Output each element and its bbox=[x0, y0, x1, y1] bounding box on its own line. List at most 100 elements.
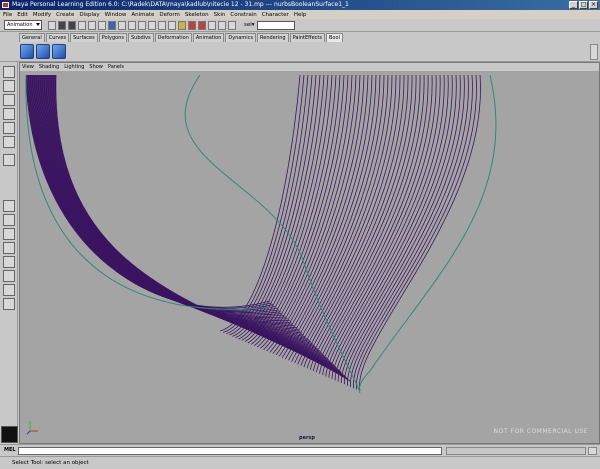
isoparm-curve bbox=[359, 74, 481, 392]
make-live-icon[interactable] bbox=[148, 20, 156, 30]
isoparm-curve bbox=[54, 74, 347, 378]
save-scene-icon[interactable] bbox=[68, 20, 76, 30]
show-channel-box-icon[interactable] bbox=[228, 20, 236, 30]
outliner-layout-icon[interactable] bbox=[3, 298, 15, 310]
input-history-icon[interactable] bbox=[158, 20, 166, 30]
ipr-render-icon[interactable] bbox=[198, 20, 206, 30]
tab-painteffects[interactable]: PaintEffects bbox=[289, 33, 325, 42]
selection-mode-label[interactable]: sel▾ bbox=[244, 22, 255, 28]
menu-modify[interactable]: Modify bbox=[33, 12, 51, 18]
shelf-scroll[interactable] bbox=[590, 44, 598, 60]
render-globals-icon[interactable] bbox=[208, 20, 216, 30]
menu-skin[interactable]: Skin bbox=[214, 12, 226, 18]
shelf-area bbox=[0, 42, 600, 62]
tab-general[interactable]: General bbox=[19, 33, 45, 42]
menu-skeleton[interactable]: Skeleton bbox=[185, 12, 209, 18]
maya-app-icon bbox=[2, 2, 9, 8]
menu-animate[interactable]: Animate bbox=[131, 12, 154, 18]
boolean-intersection-icon[interactable] bbox=[52, 44, 66, 59]
show-attribute-editor-icon[interactable] bbox=[218, 20, 226, 30]
menu-deform[interactable]: Deform bbox=[159, 12, 179, 18]
construction-history-icon[interactable] bbox=[178, 20, 186, 30]
boolean-difference-icon[interactable] bbox=[36, 44, 50, 59]
isoparm-curve bbox=[306, 74, 413, 369]
dope-sheet-layout-icon[interactable] bbox=[3, 270, 15, 282]
custom-layout-icon[interactable] bbox=[3, 284, 15, 296]
minimize-button[interactable]: _ bbox=[569, 1, 578, 9]
tab-curves[interactable]: Curves bbox=[45, 33, 70, 42]
isoparm-curve bbox=[238, 74, 325, 340]
command-result-field bbox=[446, 447, 586, 455]
snap-grid-icon[interactable] bbox=[108, 20, 116, 30]
boolean-union-icon[interactable] bbox=[20, 44, 34, 59]
maya-window: Maya Personal Learning Edition 6.0: C:\R… bbox=[0, 0, 600, 469]
tab-deformation[interactable]: Deformation bbox=[154, 33, 192, 42]
title-bar: Maya Personal Learning Edition 6.0: C:\R… bbox=[0, 0, 600, 10]
menu-character[interactable]: Character bbox=[262, 12, 289, 18]
snap-curve-icon[interactable] bbox=[118, 20, 126, 30]
maya-logo bbox=[1, 426, 18, 443]
viewport-menu-lighting[interactable]: Lighting bbox=[64, 63, 84, 71]
render-frame-icon[interactable] bbox=[188, 20, 196, 30]
isoparm-curve bbox=[235, 74, 321, 339]
tab-bool[interactable]: Bool bbox=[325, 33, 343, 42]
snap-point-icon[interactable] bbox=[128, 20, 136, 30]
scale-tool-icon[interactable] bbox=[3, 122, 15, 134]
last-tool-icon[interactable] bbox=[3, 154, 15, 166]
four-view-layout-icon[interactable] bbox=[3, 214, 15, 226]
hypershade-layout-icon[interactable] bbox=[3, 256, 15, 268]
select-hierarchy-icon[interactable] bbox=[78, 20, 86, 30]
tab-rendering[interactable]: Rendering bbox=[257, 33, 289, 42]
view-axis-icon bbox=[26, 421, 38, 435]
isoparm-curve bbox=[272, 74, 369, 354]
tab-animation[interactable]: Animation bbox=[192, 33, 225, 42]
menu-display[interactable]: Display bbox=[79, 12, 99, 18]
camera-name-label: persp bbox=[299, 435, 315, 441]
viewport-menu-view[interactable]: View bbox=[22, 63, 34, 71]
tab-polygons[interactable]: Polygons bbox=[98, 33, 127, 42]
main-menubar: File Edit Modify Create Display Window A… bbox=[0, 10, 600, 19]
persp-graph-layout-icon[interactable] bbox=[3, 242, 15, 254]
viewport-menu-shading[interactable]: Shading bbox=[39, 63, 59, 71]
close-button[interactable]: × bbox=[589, 1, 598, 9]
new-scene-icon[interactable] bbox=[48, 20, 56, 30]
snap-view-plane-icon[interactable] bbox=[138, 20, 146, 30]
isoparm-curve bbox=[309, 74, 417, 370]
isoparm-curve bbox=[51, 74, 340, 371]
select-component-icon[interactable] bbox=[98, 20, 106, 30]
viewport-menu-show[interactable]: Show bbox=[89, 63, 103, 71]
command-line: MEL bbox=[0, 444, 600, 456]
command-language-toggle[interactable]: MEL bbox=[4, 447, 16, 453]
move-tool-icon[interactable] bbox=[3, 94, 15, 106]
menu-constrain[interactable]: Constrain bbox=[230, 12, 256, 18]
tab-subdivs[interactable]: Subdivs bbox=[128, 33, 154, 42]
open-scene-icon[interactable] bbox=[58, 20, 66, 30]
select-object-icon[interactable] bbox=[88, 20, 96, 30]
command-input[interactable] bbox=[18, 447, 442, 455]
viewport-menu-panels[interactable]: Panels bbox=[108, 63, 124, 71]
select-tool-icon[interactable] bbox=[3, 66, 15, 78]
isoparm-curve bbox=[269, 74, 365, 353]
menu-help[interactable]: Help bbox=[294, 12, 307, 18]
manipulator-tool-icon[interactable] bbox=[3, 136, 15, 148]
menu-create[interactable]: Create bbox=[56, 12, 74, 18]
maximize-button[interactable]: □ bbox=[579, 1, 588, 9]
status-line: Animation sel▾ bbox=[0, 19, 600, 32]
isoparm-curve bbox=[316, 74, 425, 373]
menu-file[interactable]: File bbox=[3, 12, 12, 18]
lasso-tool-icon[interactable] bbox=[3, 80, 15, 92]
menu-set-dropdown[interactable]: Animation bbox=[4, 20, 42, 30]
persp-outliner-layout-icon[interactable] bbox=[3, 228, 15, 240]
tab-surfaces[interactable]: Surfaces bbox=[70, 33, 98, 42]
output-history-icon[interactable] bbox=[168, 20, 176, 30]
rotate-tool-icon[interactable] bbox=[3, 108, 15, 120]
menu-window[interactable]: Window bbox=[105, 12, 127, 18]
script-editor-button[interactable] bbox=[588, 447, 597, 455]
perspective-viewport[interactable]: persp bbox=[20, 71, 599, 443]
window-controls: _ □ × bbox=[569, 1, 598, 9]
menu-edit[interactable]: Edit bbox=[17, 12, 28, 18]
viewport-menubar: View Shading Lighting Show Panels bbox=[20, 63, 599, 71]
tab-dynamics[interactable]: Dynamics bbox=[225, 33, 257, 42]
quick-select-field[interactable] bbox=[256, 20, 295, 30]
single-view-layout-icon[interactable] bbox=[3, 200, 15, 212]
